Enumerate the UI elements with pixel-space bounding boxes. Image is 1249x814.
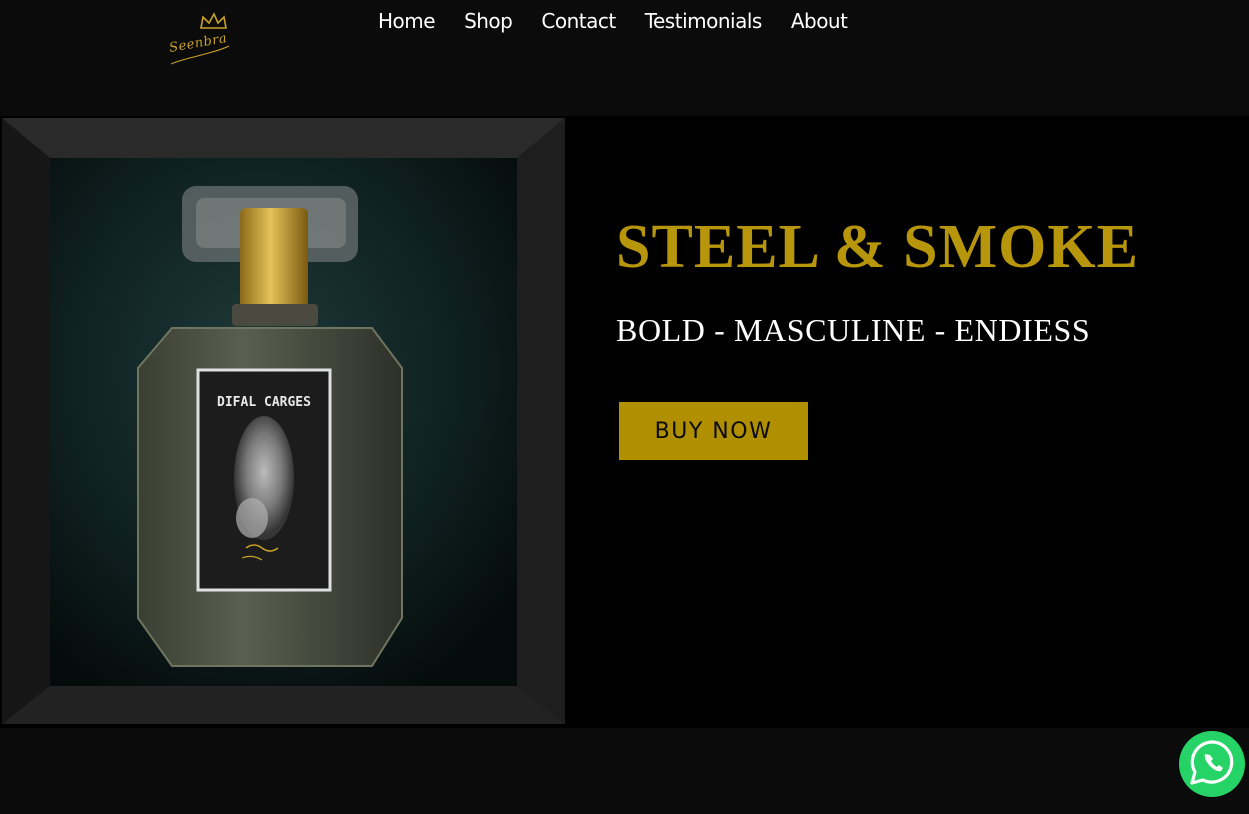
nav-shop[interactable]: Shop bbox=[464, 9, 513, 33]
main-nav: Home Shop Contact Testimonials About bbox=[378, 7, 848, 35]
product-image: DIFAL CARGES bbox=[2, 118, 565, 724]
site-header: Seenbra Home Shop Contact Testimonials A… bbox=[0, 0, 1249, 116]
page-bottom-band bbox=[0, 728, 1249, 814]
nav-contact[interactable]: Contact bbox=[541, 9, 616, 33]
nav-about[interactable]: About bbox=[791, 9, 848, 33]
perfume-bottle-illustration: DIFAL CARGES bbox=[2, 118, 565, 724]
hero-title: STEEL & SMOKE bbox=[616, 213, 1139, 281]
nav-home[interactable]: Home bbox=[378, 9, 436, 33]
whatsapp-chat-button[interactable] bbox=[1178, 724, 1245, 805]
brand-logo[interactable]: Seenbra bbox=[163, 6, 235, 70]
buy-now-button[interactable]: BUY NOW bbox=[619, 402, 808, 460]
nav-testimonials[interactable]: Testimonials bbox=[645, 9, 763, 33]
hero-section: DIFAL CARGES STEEL & SMOKE BOLD - MASCUL… bbox=[0, 116, 1249, 728]
bottle-label-text: DIFAL CARGES bbox=[217, 395, 311, 410]
hero-subtitle: BOLD - MASCULINE - ENDIESS bbox=[616, 312, 1091, 348]
whatsapp-icon bbox=[1179, 731, 1245, 797]
page: Seenbra Home Shop Contact Testimonials A… bbox=[0, 0, 1249, 814]
